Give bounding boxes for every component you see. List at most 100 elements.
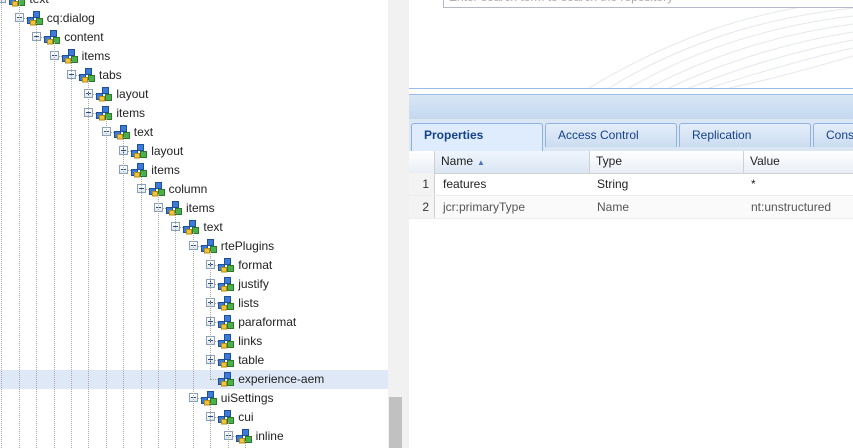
property-value[interactable]: nt:unstructured — [745, 196, 831, 218]
tree-node-label: column — [168, 182, 208, 196]
tree-scrollbar[interactable] — [388, 0, 409, 448]
tree-node[interactable]: items — [0, 161, 388, 180]
tree-node[interactable]: items — [0, 199, 388, 218]
search-panel: Enter search term to search the reposito… — [409, 0, 853, 89]
node-cube-icon — [96, 87, 113, 102]
tree-guide-line — [245, 441, 246, 448]
scrollbar-thumb[interactable] — [389, 397, 402, 448]
tree-guide-line — [105, 118, 107, 448]
repository-search-input[interactable]: Enter search term to search the reposito… — [443, 0, 853, 8]
tree-node-label: links — [238, 334, 263, 348]
tree-node-label: uiSettings — [220, 391, 274, 405]
tree-guide-line — [88, 80, 90, 448]
property-name[interactable]: jcr:primaryType — [437, 196, 525, 218]
tree-node-label: paraformat — [238, 315, 297, 329]
tab-properties[interactable]: Properties — [411, 123, 543, 151]
node-cube-icon — [218, 296, 235, 311]
tree-node-label: items — [116, 106, 146, 120]
tree-node-label: text — [133, 125, 154, 139]
repository-tree[interactable]: text cq:dialog content items tabs layout items… — [0, 0, 388, 448]
row-number-header — [409, 151, 435, 173]
tree-guide-line — [123, 137, 125, 448]
row-number: 1 — [409, 173, 435, 195]
tree-node-label: table — [238, 353, 265, 367]
tree-node[interactable]: content — [0, 28, 388, 47]
table-row[interactable]: 2 jcr:primaryType Name nt:unstructured — [409, 196, 853, 219]
tree-node-label: experience-aem — [238, 372, 325, 386]
tree-node-label: items — [81, 49, 111, 63]
column-header-value[interactable]: Value — [744, 151, 853, 173]
tree-guide-line — [227, 422, 229, 448]
node-cube-icon — [218, 258, 235, 273]
tree-node[interactable]: text — [0, 123, 388, 142]
tree-node-label: justify — [238, 277, 269, 291]
properties-panel: Properties Access Control Replication Co… — [409, 119, 853, 448]
tree-node-label: cq:dialog — [46, 11, 95, 25]
tree-guide-line — [210, 403, 212, 448]
tree-guide-line — [192, 232, 194, 448]
tree-node-label: layout — [151, 144, 184, 158]
column-header-type[interactable]: Type — [590, 151, 744, 173]
tree-node[interactable]: layout — [0, 142, 388, 161]
tree-node[interactable]: text — [0, 218, 388, 237]
tree-guide-line — [210, 251, 212, 379]
panel-splitter-bar[interactable] — [409, 94, 853, 120]
tab-strip: Properties Access Control Replication Co… — [409, 119, 853, 152]
node-cube-icon — [218, 334, 235, 349]
tree-node[interactable]: lists — [0, 294, 388, 313]
tree-guide-line — [1, 0, 3, 448]
tree-guide-line — [210, 379, 219, 380]
tree-node[interactable]: layout — [0, 85, 388, 104]
property-type[interactable]: String — [591, 173, 628, 195]
tree-node-label: text — [29, 0, 48, 7]
tree-node-label: inline — [255, 429, 284, 443]
column-header-name[interactable]: Name ▲ — [435, 151, 590, 173]
tree-node[interactable]: text — [0, 0, 388, 9]
tree-guide-line — [140, 175, 142, 448]
tree-node[interactable]: experience-aem — [0, 370, 388, 389]
tree-node-label: format — [238, 258, 273, 272]
tree-node[interactable]: table — [0, 351, 388, 370]
tab-access-control[interactable]: Access Control — [545, 123, 677, 147]
tree-node[interactable]: cui — [0, 408, 388, 427]
tree-node-label: tabs — [99, 68, 122, 82]
tree-node-label: content — [64, 30, 104, 44]
node-cube-icon — [218, 353, 235, 368]
tree-node-label: text — [203, 220, 223, 234]
tree-node[interactable]: uiSettings — [0, 389, 388, 408]
tree-guide-line — [175, 213, 177, 448]
property-name[interactable]: features — [437, 173, 486, 195]
tree-node-label: layout — [116, 87, 149, 101]
row-number: 2 — [409, 196, 435, 218]
property-type[interactable]: Name — [591, 196, 629, 218]
tree-guide-line — [158, 194, 159, 448]
tree-node[interactable]: items — [0, 47, 388, 66]
tree-node[interactable]: justify — [0, 275, 388, 294]
background-swirl-graphic — [588, 0, 853, 88]
tree-node[interactable]: tabs — [0, 66, 388, 85]
tree-node[interactable]: format — [0, 256, 388, 275]
tree-node-label: items — [151, 163, 180, 177]
tree-node[interactable]: links — [0, 332, 388, 351]
sort-ascending-icon: ▲ — [477, 158, 485, 167]
tree-node[interactable]: items — [0, 104, 388, 123]
table-row[interactable]: 1 features String * — [409, 173, 853, 196]
tree-node[interactable]: rtePlugins — [0, 237, 388, 256]
tree-node-label: rtePlugins — [220, 239, 275, 253]
tree-node[interactable]: cq:dialog — [0, 9, 388, 28]
tab-console[interactable]: Console — [813, 123, 853, 147]
tree-guide-line — [71, 61, 72, 448]
tab-replication[interactable]: Replication — [679, 123, 811, 147]
tree-node-label: items — [186, 201, 215, 215]
column-header-name-label: Name — [441, 154, 474, 168]
tree-node[interactable]: paraformat — [0, 313, 388, 332]
tree-node[interactable]: column — [0, 180, 388, 199]
grid-header: Name ▲ Type Value — [409, 151, 853, 174]
tree-node[interactable]: inline — [0, 427, 388, 446]
node-cube-icon — [131, 144, 148, 159]
node-cube-icon — [218, 277, 235, 292]
node-cube-icon — [218, 372, 235, 387]
tree-guide-line — [18, 0, 20, 448]
tree-node-label: lists — [238, 296, 259, 310]
property-value[interactable]: * — [745, 173, 756, 195]
